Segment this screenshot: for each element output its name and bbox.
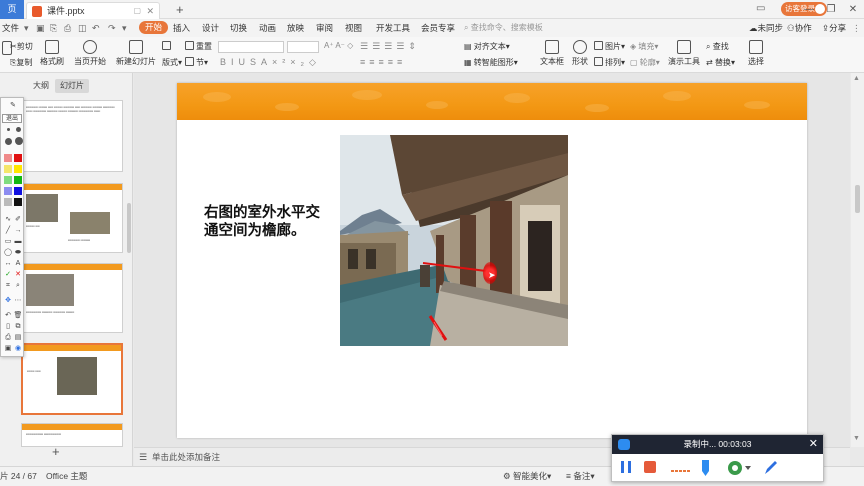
notes-icon: ☰ — [139, 452, 148, 462]
notes-toggle-label: 备注 — [573, 471, 591, 481]
slide-counter: 片 24 / 67 — [0, 471, 37, 481]
laser-stroke — [433, 321, 443, 337]
smart-beautify-button[interactable]: ⚙ 智能美化▾ — [503, 467, 551, 486]
stop-icon[interactable] — [642, 459, 658, 475]
recorder-close-icon[interactable]: ✕ — [809, 435, 818, 454]
line-style-icon[interactable] — [670, 459, 692, 475]
theme-name: Office 主题 — [46, 471, 88, 481]
screen-recorder-widget: 录制中... 00:03:03 ✕ — [611, 434, 824, 482]
notes-placeholder[interactable]: 单击此处添加备注 — [152, 448, 220, 466]
recording-status: 录制中... 00:03:03 — [683, 439, 752, 449]
recorder-title-bar: 录制中... 00:03:03 ✕ — [612, 435, 823, 454]
notes-toggle-button[interactable]: ≡ 备注▾ — [566, 467, 595, 486]
marker-icon[interactable] — [698, 459, 714, 477]
smart-beautify-label: 智能美化 — [512, 471, 547, 481]
scrollbar-thumb[interactable] — [855, 185, 860, 213]
laser-stroke — [422, 262, 487, 272]
webcam-icon[interactable] — [726, 459, 752, 477]
scroll-down-icon[interactable]: ▼ — [853, 435, 860, 442]
beautify-icon: ⚙ — [503, 471, 513, 481]
pen-draw-icon[interactable] — [762, 459, 778, 477]
pause-icon[interactable] — [618, 459, 634, 475]
scroll-up-icon[interactable]: ▲ — [853, 75, 860, 82]
vertical-scrollbar[interactable]: ▲ ▼ — [851, 73, 864, 447]
laser-annotation-overlay — [422, 262, 487, 341]
mouse-cursor-icon: ➤ — [488, 270, 496, 280]
